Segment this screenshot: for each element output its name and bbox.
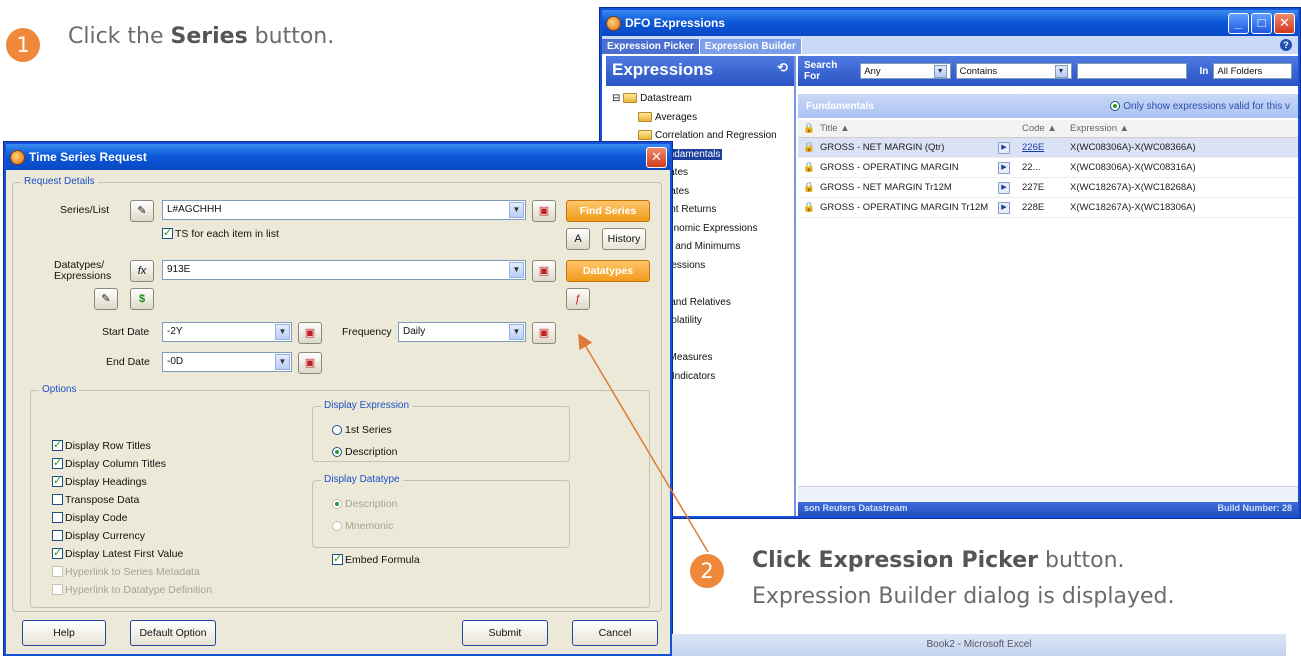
step-2-line-1: Click Expression Picker button. — [752, 548, 1125, 573]
step-2-badge: 2 — [690, 554, 724, 588]
step-2-line-2: Expression Builder dialog is displayed. — [752, 584, 1175, 609]
